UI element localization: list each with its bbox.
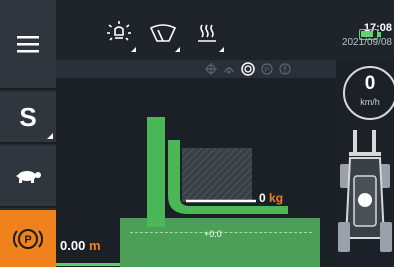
battery-icon: [359, 29, 378, 40]
dropdown-corner-icon: [175, 47, 180, 52]
load-weight-readout: 0 kg: [259, 191, 283, 205]
load-box: [182, 148, 252, 202]
gear-mode-letter: S: [19, 101, 37, 132]
height-indicator-line: [56, 263, 120, 266]
status-icons: P: [205, 62, 291, 76]
parking-status-icon: P: [261, 63, 273, 75]
left-toolbar: S P: [0, 0, 56, 267]
load-weight-value: 0: [259, 191, 266, 205]
tilt-angle-value: +0.0: [204, 229, 222, 239]
battery-tip: [378, 32, 381, 37]
turtle-icon: [16, 171, 41, 183]
gear-mode-button[interactable]: S: [0, 92, 56, 144]
speed-value: 0: [364, 73, 376, 94]
fork-height-unit: m: [88, 238, 101, 253]
load-weight-unit: kg: [269, 191, 284, 205]
status-strip: [56, 60, 336, 78]
turtle-speed-button[interactable]: [0, 146, 56, 208]
rear-defrost-icon: [198, 24, 216, 42]
parking-brake-letter: P: [24, 234, 31, 246]
work-light-button[interactable]: [98, 10, 140, 56]
dropdown-corner-icon: [131, 47, 136, 52]
menu-button[interactable]: [0, 0, 56, 90]
dropdown-corner-icon: [47, 133, 53, 139]
speed-unit: km/h: [360, 97, 380, 107]
dropdown-corner-icon: [219, 47, 224, 52]
parking-brake-button[interactable]: P: [0, 210, 56, 267]
warning-status-icon: [279, 63, 291, 75]
tilt-angle-readout: +0.0°: [204, 229, 225, 239]
top-bar: 17:08 2021/09/08: [56, 0, 394, 60]
tire-icon: [241, 62, 255, 76]
wiper-button[interactable]: [142, 10, 184, 56]
heater-button[interactable]: [186, 10, 228, 56]
work-light-icon: [107, 21, 131, 41]
tilt-angle-unit: °: [221, 229, 226, 239]
steering-mode-icon: [224, 67, 234, 74]
tractor-topview-icon: [338, 130, 392, 252]
forklift-fork-graphic: [147, 117, 288, 227]
crosshair-icon: [205, 63, 217, 75]
wiper-icon: [149, 24, 177, 42]
mast: [147, 117, 165, 227]
parking-brake-icon: P: [13, 228, 43, 249]
fork-height-value: 0.00: [60, 238, 86, 253]
menu-icon: [17, 36, 39, 53]
svg-text:P: P: [265, 67, 270, 74]
fork-height-readout: 0.00 m: [60, 238, 101, 253]
